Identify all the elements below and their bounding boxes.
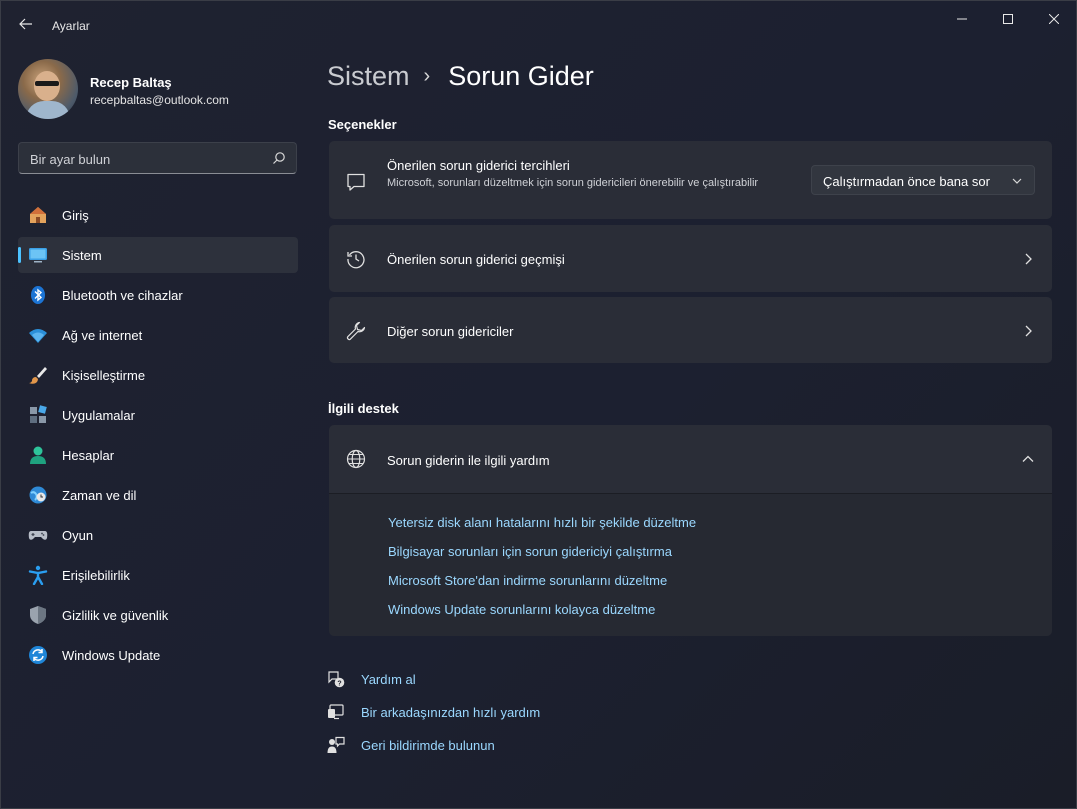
- back-arrow-icon: [19, 18, 32, 30]
- sidebar-item-accounts[interactable]: Hesaplar: [18, 437, 298, 473]
- user-email: recepbaltas@outlook.com: [90, 93, 229, 107]
- recommended-troubleshooter-prefs-card: Önerilen sorun giderici tercihleri Micro…: [329, 141, 1052, 219]
- user-name: Recep Baltaş: [90, 75, 172, 90]
- sidebar-item-network[interactable]: Ağ ve internet: [18, 317, 298, 353]
- system-display-icon: [29, 248, 47, 263]
- sidebar-item-gaming[interactable]: Oyun: [18, 517, 298, 553]
- close-icon: [1049, 14, 1059, 24]
- help-link[interactable]: Bilgisayar sorunları için sorun giderici…: [388, 544, 672, 559]
- minimize-icon: [957, 18, 967, 20]
- remote-assist-icon: [328, 704, 344, 720]
- sidebar-item-home[interactable]: Giriş: [18, 197, 298, 233]
- bluetooth-icon: [31, 286, 45, 304]
- section-title-related-support: İlgili destek: [328, 401, 399, 416]
- apps-icon: [30, 405, 47, 423]
- globe-icon: [346, 449, 366, 469]
- search-placeholder: Bir ayar bulun: [30, 152, 111, 167]
- update-icon: [29, 646, 47, 664]
- card-title: Diğer sorun gidericiler: [387, 324, 514, 339]
- chevron-down-icon: [1012, 178, 1022, 184]
- home-icon: [30, 207, 46, 223]
- chevron-right-icon: [1025, 325, 1032, 337]
- feedback-icon: [327, 736, 345, 753]
- minimize-button[interactable]: [939, 9, 985, 29]
- maximize-icon: [1003, 14, 1013, 24]
- globe-clock-icon: [29, 486, 47, 504]
- get-help-label: Yardım al: [361, 672, 416, 687]
- gamepad-icon: [28, 531, 48, 540]
- shield-icon: [30, 606, 46, 624]
- help-chat-icon: ?: [328, 671, 345, 688]
- sidebar-nav: Giriş Sistem Bluetooth ve cihazlar Ağ ve…: [18, 197, 298, 677]
- section-title-options: Seçenekler: [328, 117, 397, 132]
- close-button[interactable]: [1031, 9, 1077, 29]
- help-link[interactable]: Yetersiz disk alanı hatalarını hızlı bir…: [388, 515, 696, 530]
- sidebar-item-time-language[interactable]: Zaman ve dil: [18, 477, 298, 513]
- breadcrumb-separator: ›: [423, 65, 431, 87]
- card-title: Önerilen sorun giderici geçmişi: [387, 252, 565, 267]
- sidebar-item-windows-update[interactable]: Windows Update: [18, 637, 298, 673]
- breadcrumb-parent[interactable]: Sistem: [327, 61, 410, 91]
- card-title: Sorun giderin ile ilgili yardım: [387, 453, 550, 468]
- settings-window: Ayarlar Recep Baltaş recepbaltas@outlook…: [0, 0, 1077, 809]
- title-bar: Ayarlar: [1, 1, 1076, 45]
- troubleshoot-help-expander[interactable]: Sorun giderin ile ilgili yardım: [329, 425, 1052, 493]
- card-title: Önerilen sorun giderici tercihleri: [387, 158, 570, 173]
- back-button[interactable]: [15, 13, 37, 35]
- sidebar-item-accessibility[interactable]: Erişilebilirlik: [18, 557, 298, 593]
- paintbrush-icon: [29, 367, 47, 384]
- help-link[interactable]: Microsoft Store'dan indirme sorunlarını …: [388, 573, 667, 588]
- chat-bubble-icon: [347, 173, 365, 191]
- account-icon: [30, 446, 46, 464]
- dropdown-selected-value: Çalıştırmadan önce bana sor: [823, 174, 990, 189]
- accessibility-icon: [28, 565, 48, 585]
- sidebar-item-bluetooth[interactable]: Bluetooth ve cihazlar: [18, 277, 298, 313]
- app-title: Ayarlar: [52, 19, 90, 33]
- avatar[interactable]: [18, 59, 78, 119]
- help-link[interactable]: Windows Update sorunlarını kolayca düzel…: [388, 602, 655, 617]
- maximize-button[interactable]: [985, 9, 1031, 29]
- other-troubleshooters-card[interactable]: Diğer sorun gidericiler: [329, 297, 1052, 363]
- wifi-icon: [29, 329, 47, 343]
- sidebar-item-system[interactable]: Sistem: [18, 237, 298, 273]
- search-input[interactable]: Bir ayar bulun: [18, 142, 297, 174]
- give-feedback-label: Geri bildirimde bulunun: [361, 738, 495, 753]
- troubleshooter-history-card[interactable]: Önerilen sorun giderici geçmişi: [329, 225, 1052, 292]
- card-description: Microsoft, sorunları düzeltmek için soru…: [387, 177, 759, 189]
- page-title: Sorun Gider: [448, 61, 594, 91]
- breadcrumb: Sistem › Sorun Gider: [327, 61, 594, 92]
- chevron-right-icon: [1025, 253, 1032, 265]
- help-links-panel: Yetersiz disk alanı hatalarını hızlı bir…: [329, 493, 1052, 636]
- history-icon: [347, 251, 365, 269]
- chevron-up-icon[interactable]: [1022, 453, 1034, 465]
- quick-assist-label: Bir arkadaşınızdan hızlı yardım: [361, 705, 541, 720]
- svg-text:?: ?: [337, 680, 341, 687]
- sidebar-item-personalization[interactable]: Kişiselleştirme: [18, 357, 298, 393]
- search-icon[interactable]: [272, 151, 286, 165]
- sidebar-item-apps[interactable]: Uygulamalar: [18, 397, 298, 433]
- troubleshooter-preference-dropdown[interactable]: Çalıştırmadan önce bana sor: [811, 165, 1035, 195]
- wrench-icon: [346, 321, 366, 341]
- sidebar-item-privacy[interactable]: Gizlilik ve güvenlik: [18, 597, 298, 633]
